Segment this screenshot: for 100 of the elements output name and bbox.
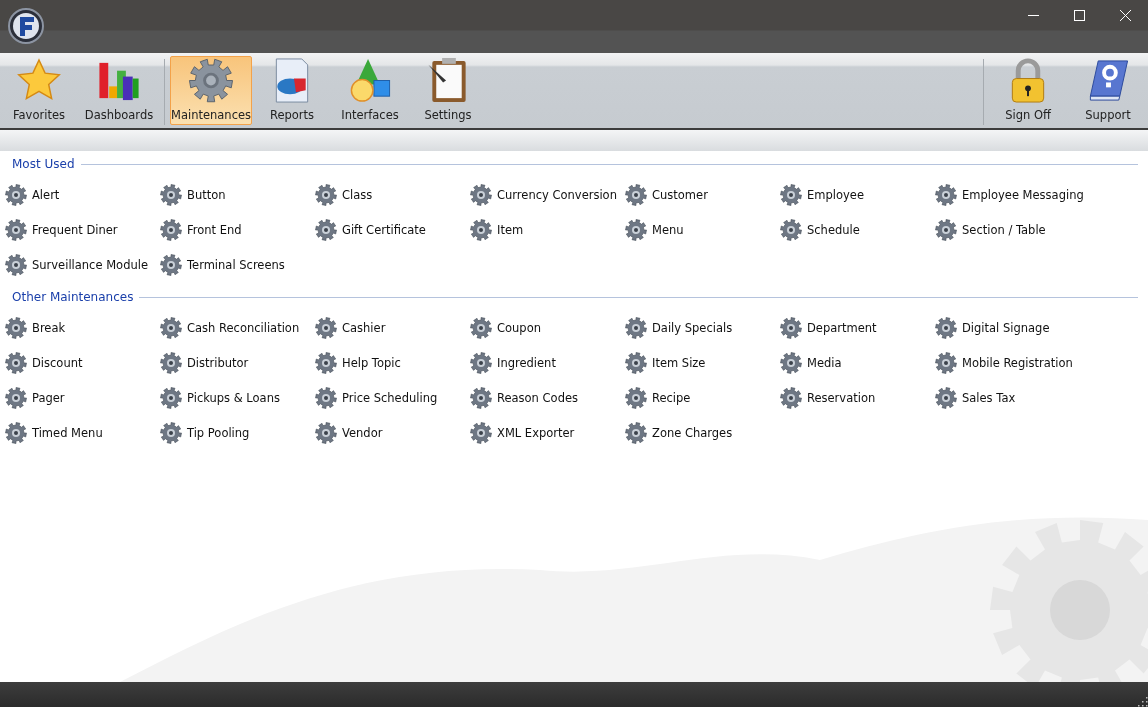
maintenance-link[interactable]: Employee Messaging	[935, 177, 1090, 212]
gear-icon	[315, 316, 337, 339]
gear-icon	[935, 386, 957, 409]
maintenance-link[interactable]: Gift Certificate	[315, 212, 470, 247]
app-logo	[8, 8, 44, 44]
maintenance-link[interactable]: Button	[160, 177, 315, 212]
maintenance-link[interactable]: Front End	[160, 212, 315, 247]
maintenance-link[interactable]: Currency Conversion	[470, 177, 625, 212]
gear-icon	[935, 316, 957, 339]
maintenance-link[interactable]: Digital Signage	[935, 310, 1090, 345]
gear-icon	[625, 218, 647, 241]
gear-icon	[470, 183, 492, 206]
gear-icon	[625, 421, 647, 444]
gear-icon	[470, 316, 492, 339]
maintenance-link[interactable]: Distributor	[160, 345, 315, 380]
maintenance-link[interactable]: Section / Table	[935, 212, 1090, 247]
maintenance-link[interactable]: Media	[780, 345, 935, 380]
toolbar-button[interactable]: Favorites	[1, 56, 77, 125]
maintenance-link[interactable]: Reservation	[780, 380, 935, 415]
maintenance-link[interactable]: Pager	[5, 380, 160, 415]
maximize-icon	[1073, 9, 1085, 21]
gear-icon	[315, 386, 337, 409]
toolbar-button[interactable]: Maintenances	[170, 56, 252, 125]
gear-icon	[315, 183, 337, 206]
maintenance-link[interactable]: Cash Reconciliation	[160, 310, 315, 345]
maintenance-link[interactable]: Surveillance Module	[5, 247, 160, 282]
maintenance-link[interactable]: Reason Codes	[470, 380, 625, 415]
resize-grip-icon[interactable]	[1136, 695, 1148, 707]
gear-icon	[625, 183, 647, 206]
close-icon	[1119, 9, 1131, 21]
maintenance-link[interactable]: Price Scheduling	[315, 380, 470, 415]
maintenance-link[interactable]: Department	[780, 310, 935, 345]
maintenance-link[interactable]: Timed Menu	[5, 415, 160, 450]
gear-icon	[5, 253, 27, 276]
maintenance-link[interactable]: Zone Charges	[625, 415, 780, 450]
maintenance-link[interactable]: Item	[470, 212, 625, 247]
toolbar-button[interactable]: Settings	[410, 56, 486, 125]
gear-icon	[5, 183, 27, 206]
toolbar-button[interactable]: Support	[1069, 56, 1147, 125]
gear-icon	[625, 386, 647, 409]
maintenance-link[interactable]: Terminal Screens	[160, 247, 315, 282]
maintenance-link[interactable]: Customer	[625, 177, 780, 212]
gear-icon	[780, 316, 802, 339]
gear-icon	[315, 351, 337, 374]
toolbar-button[interactable]: Sign Off	[989, 56, 1067, 125]
maintenance-link[interactable]: Cashier	[315, 310, 470, 345]
gear-icon	[5, 386, 27, 409]
gear-icon	[470, 218, 492, 241]
maintenance-link[interactable]: Vendor	[315, 415, 470, 450]
gear-icon	[187, 57, 235, 104]
gear-icon	[5, 218, 27, 241]
maintenance-link[interactable]: Daily Specials	[625, 310, 780, 345]
gear-icon	[935, 218, 957, 241]
section-title: Other Maintenances	[12, 290, 134, 304]
gear-icon	[470, 421, 492, 444]
gear-icon	[160, 351, 182, 374]
gear-icon	[935, 351, 957, 374]
maintenance-link[interactable]: Break	[5, 310, 160, 345]
maintenance-link[interactable]: Class	[315, 177, 470, 212]
gear-icon	[625, 316, 647, 339]
maintenance-link[interactable]: Menu	[625, 212, 780, 247]
maintenance-link[interactable]: Pickups & Loans	[160, 380, 315, 415]
gear-icon	[160, 316, 182, 339]
gear-icon	[625, 351, 647, 374]
gear-icon	[780, 351, 802, 374]
gear-icon	[780, 386, 802, 409]
section-title: Most Used	[12, 157, 75, 171]
maintenance-link[interactable]: Help Topic	[315, 345, 470, 380]
maintenance-link[interactable]: Schedule	[780, 212, 935, 247]
toolbar-button[interactable]: Reports	[254, 56, 330, 125]
gear-icon	[160, 386, 182, 409]
toolbar-button[interactable]: Dashboards	[79, 56, 159, 125]
toolbar-button[interactable]: Interfaces	[332, 56, 408, 125]
maintenance-link[interactable]: Alert	[5, 177, 160, 212]
gear-icon	[5, 351, 27, 374]
gear-icon	[470, 351, 492, 374]
maintenance-link[interactable]: Tip Pooling	[160, 415, 315, 450]
gear-icon	[315, 218, 337, 241]
maintenance-link[interactable]: Recipe	[625, 380, 780, 415]
maintenance-link[interactable]: Sales Tax	[935, 380, 1090, 415]
gear-icon	[780, 183, 802, 206]
gear-icon	[470, 386, 492, 409]
gear-icon	[160, 421, 182, 444]
maintenance-link[interactable]: Frequent Diner	[5, 212, 160, 247]
maintenance-link[interactable]: Mobile Registration	[935, 345, 1090, 380]
maintenance-link[interactable]: Coupon	[470, 310, 625, 345]
minimize-icon	[1027, 14, 1039, 16]
gear-icon	[160, 218, 182, 241]
maintenance-link[interactable]: Discount	[5, 345, 160, 380]
maintenance-link[interactable]: Employee	[780, 177, 935, 212]
gear-icon	[160, 253, 182, 276]
maintenance-link[interactable]: XML Exporter	[470, 415, 625, 450]
maintenance-link[interactable]: Item Size	[625, 345, 780, 380]
gear-icon	[5, 316, 27, 339]
gear-icon	[935, 183, 957, 206]
maintenance-link[interactable]: Ingredient	[470, 345, 625, 380]
gear-icon	[160, 183, 182, 206]
gear-icon	[780, 218, 802, 241]
gear-icon	[315, 421, 337, 444]
gear-icon	[5, 421, 27, 444]
